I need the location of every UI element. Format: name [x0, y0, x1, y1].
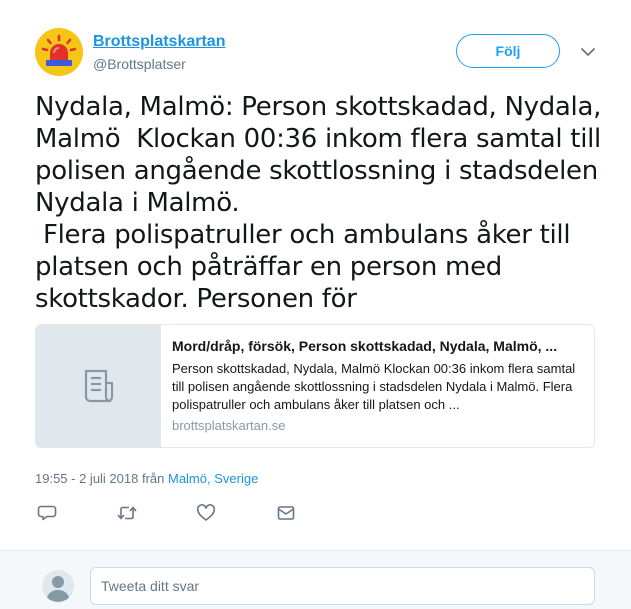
document-icon [84, 369, 114, 403]
reply-input[interactable]: Tweeta ditt svar [90, 567, 595, 605]
user-handle: @Brottsplatser [93, 56, 186, 72]
default-avatar-icon [42, 570, 74, 602]
retweet-icon[interactable] [116, 503, 138, 525]
chevron-down-icon[interactable] [580, 44, 596, 60]
card-thumbnail [36, 325, 161, 447]
follow-button[interactable]: Följ [456, 34, 560, 68]
police-siren-icon [35, 28, 83, 76]
like-icon[interactable] [196, 503, 218, 525]
card-title: Mord/dråp, försök, Person skottskadad, N… [172, 338, 558, 354]
tweet-metadata: 19:55 - 2 juli 2018 från Malmö, Sverige [35, 471, 258, 486]
card-description: Person skottskadad, Nydala, Malmö Klocka… [172, 361, 576, 412]
reply-area: Tweeta ditt svar [0, 551, 631, 609]
tweet-timestamp: 19:55 - 2 juli 2018 från [35, 471, 168, 486]
user-display-name[interactable]: Brottsplatskartan [93, 33, 225, 51]
profile-avatar[interactable] [35, 28, 83, 76]
reply-icon[interactable] [37, 503, 59, 525]
message-icon[interactable] [276, 503, 298, 525]
card-domain: brottsplatskartan.se [172, 418, 286, 433]
tweet-text: Nydala, Malmö: Person skottskadad, Nydal… [35, 92, 602, 314]
current-user-avatar [42, 570, 74, 602]
link-preview-card[interactable]: Mord/dråp, försök, Person skottskadad, N… [35, 324, 595, 448]
tweet-location-link[interactable]: Malmö, Sverige [168, 471, 258, 486]
